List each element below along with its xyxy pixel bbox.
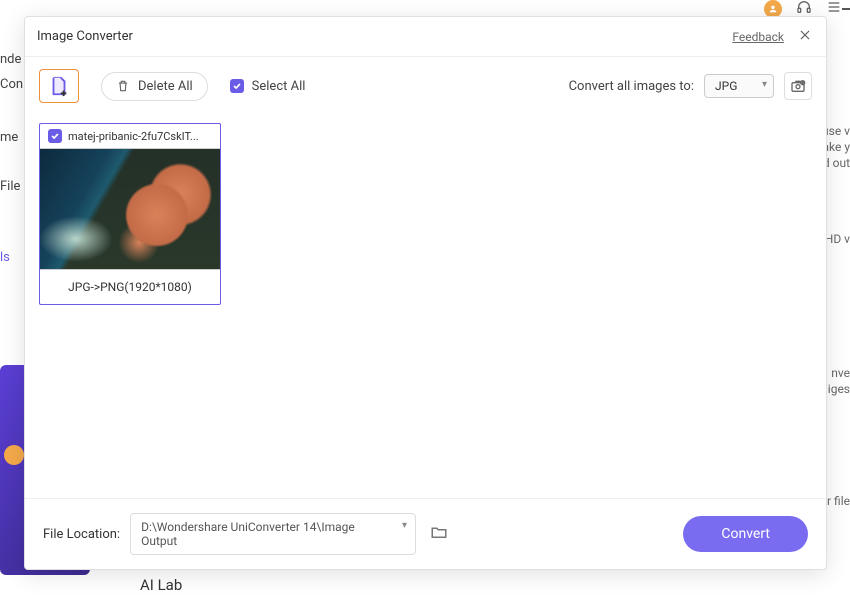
item-conversion-info: JPG->PNG(1920*1080)	[40, 270, 220, 304]
background-sidebar: nde Con me File ls	[0, 20, 25, 269]
file-location-label: File Location:	[43, 527, 120, 542]
item-filename: matej-pribanic-2fu7CskIT...	[68, 130, 212, 143]
open-folder-button[interactable]	[426, 519, 452, 549]
image-converter-modal: Image Converter Feedback Delete All S	[24, 16, 827, 570]
file-location-select[interactable]: D:\Wondershare UniConverter 14\Image Out…	[130, 513, 416, 555]
convert-button[interactable]: Convert	[683, 516, 808, 552]
bg-text: iges	[828, 382, 850, 396]
convert-format-label: Convert all images to:	[569, 79, 694, 94]
image-card[interactable]: matej-pribanic-2fu7CskIT... JPG->PNG(192…	[39, 123, 221, 305]
background-item[interactable]: AI Lab	[140, 576, 182, 594]
modal-footer: File Location: D:\Wondershare UniConvert…	[25, 498, 826, 569]
sidebar-fragment: Con	[0, 73, 25, 96]
add-file-icon	[48, 75, 70, 97]
modal-header: Image Converter Feedback	[25, 17, 826, 57]
select-all-label: Select All	[252, 79, 306, 94]
modal-title: Image Converter	[37, 29, 133, 44]
image-thumbnail	[40, 148, 220, 270]
output-settings-button[interactable]	[784, 72, 812, 100]
sidebar-fragment: File	[0, 175, 25, 198]
delete-all-label: Delete All	[138, 79, 193, 94]
checkbox-icon	[230, 79, 244, 93]
bg-text: HD v	[825, 232, 850, 246]
bg-text: nve	[831, 366, 850, 380]
sidebar-fragment: me	[0, 126, 25, 149]
close-icon[interactable]	[796, 25, 814, 48]
bg-text: ir file	[824, 494, 850, 508]
format-value: JPG	[715, 79, 737, 93]
select-all-checkbox[interactable]: Select All	[230, 79, 306, 94]
delete-all-button[interactable]: Delete All	[101, 72, 208, 101]
item-checkbox[interactable]	[48, 129, 62, 143]
gear-camera-icon	[790, 78, 806, 94]
toolbar: Delete All Select All Convert all images…	[25, 57, 826, 115]
trash-icon	[116, 79, 130, 93]
format-select[interactable]: JPG	[704, 74, 774, 98]
folder-icon	[430, 523, 448, 541]
sidebar-fragment: ls	[0, 246, 25, 269]
add-image-button[interactable]	[39, 69, 79, 103]
image-grid: matej-pribanic-2fu7CskIT... JPG->PNG(192…	[25, 115, 826, 498]
sidebar-fragment: nde	[0, 48, 25, 71]
menu-icon[interactable]	[826, 0, 842, 19]
file-location-path: D:\Wondershare UniConverter 14\Image Out…	[141, 520, 355, 548]
feedback-link[interactable]: Feedback	[732, 30, 784, 44]
minimize-icon[interactable]	[842, 8, 850, 10]
